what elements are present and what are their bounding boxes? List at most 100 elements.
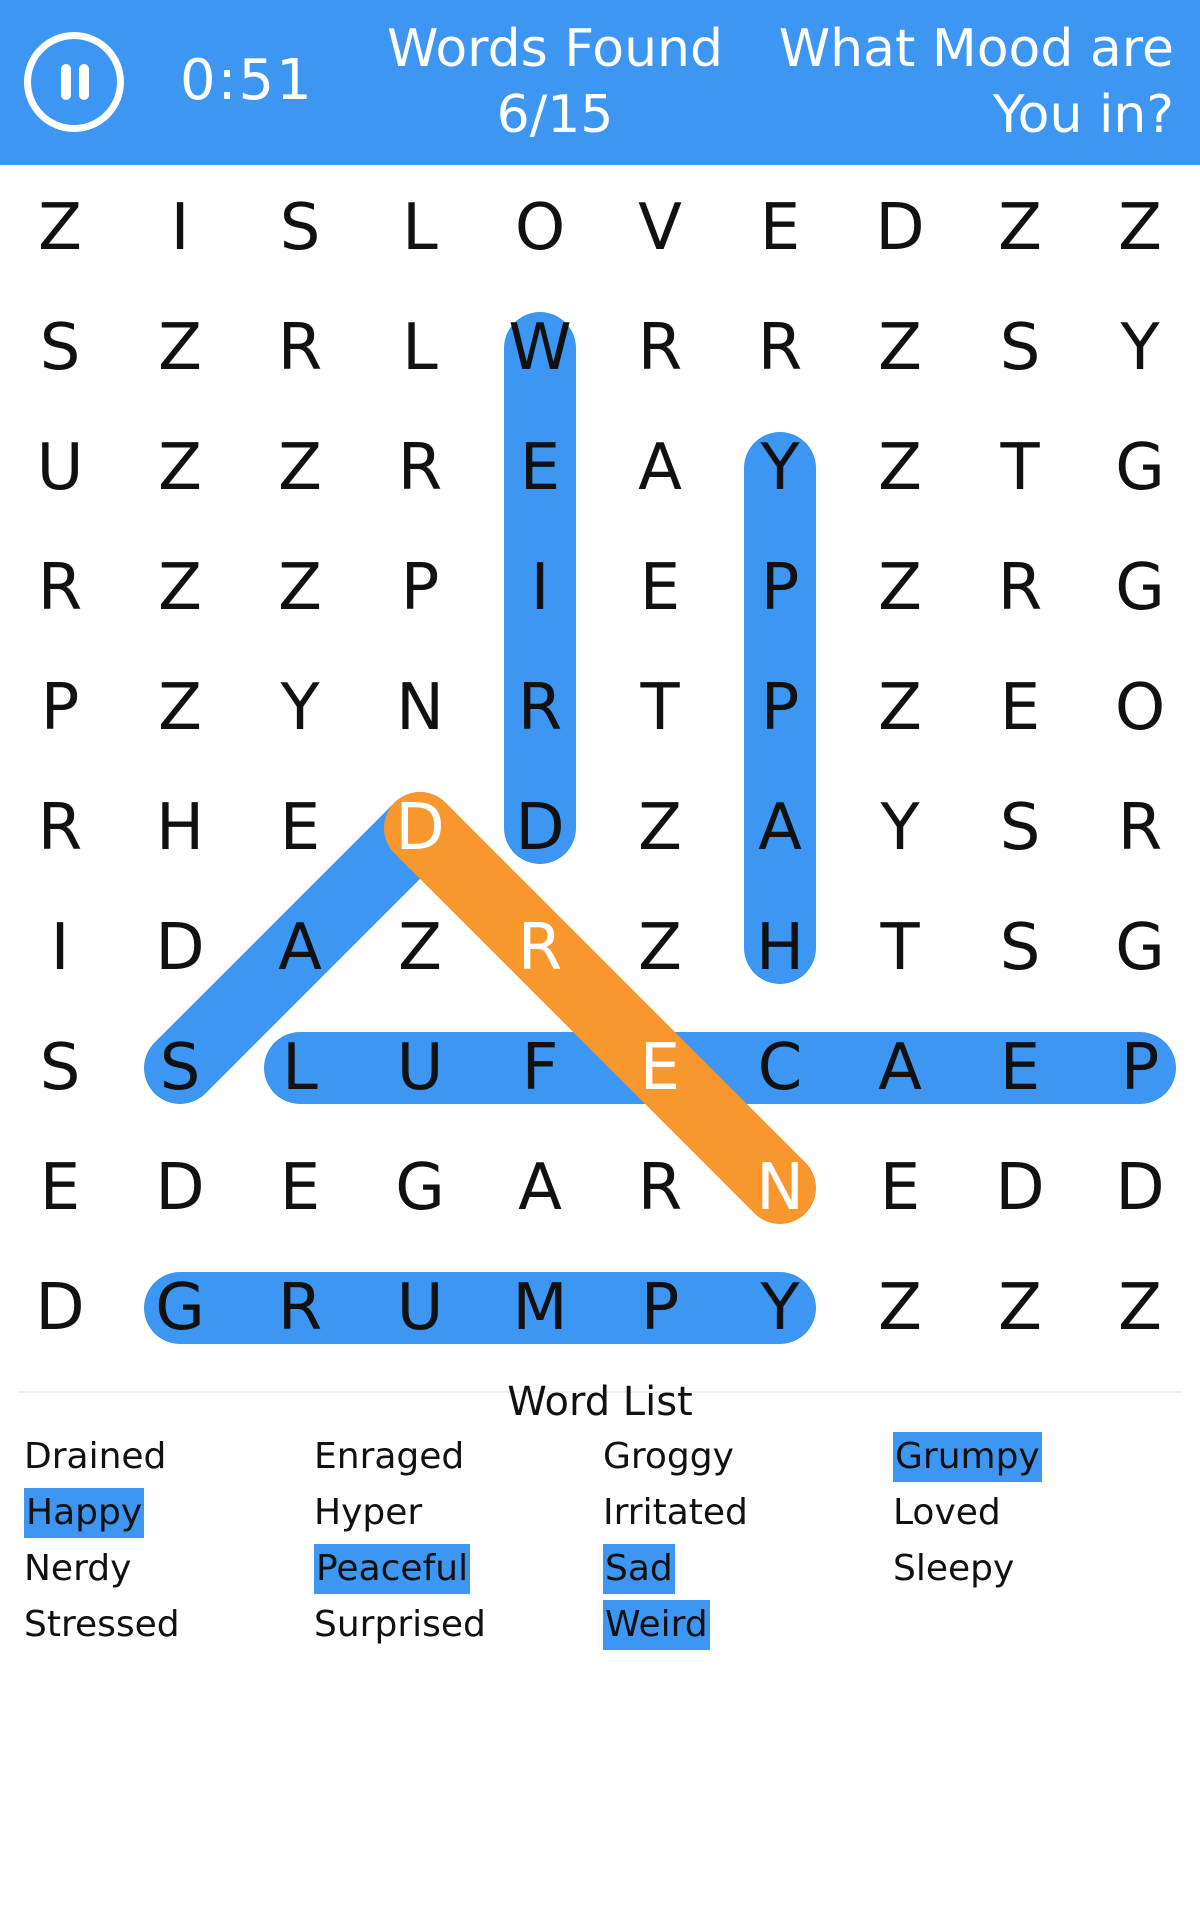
grid-cell[interactable]: A xyxy=(480,1128,600,1248)
grid-cell[interactable]: P xyxy=(360,528,480,648)
grid-cell[interactable]: A xyxy=(240,888,360,1008)
grid-cell[interactable]: S xyxy=(960,288,1080,408)
grid-cell[interactable]: R xyxy=(240,1248,360,1368)
grid-cell[interactable]: A xyxy=(600,408,720,528)
grid-cell[interactable]: F xyxy=(480,1008,600,1128)
grid-cell[interactable]: R xyxy=(240,288,360,408)
grid-cell[interactable]: R xyxy=(1080,768,1200,888)
grid-cell[interactable]: P xyxy=(720,528,840,648)
grid-cell[interactable]: Z xyxy=(840,288,960,408)
grid-cell[interactable]: Z xyxy=(0,168,120,288)
grid-cell[interactable]: D xyxy=(960,1128,1080,1248)
grid-cell[interactable]: Y xyxy=(720,408,840,528)
grid-cell[interactable]: T xyxy=(840,888,960,1008)
grid-cell[interactable]: G xyxy=(360,1128,480,1248)
grid-cell[interactable]: Z xyxy=(840,1248,960,1368)
grid-cell[interactable]: D xyxy=(1080,1128,1200,1248)
grid-cell[interactable]: H xyxy=(120,768,240,888)
grid-cell[interactable]: N xyxy=(360,648,480,768)
grid-cell[interactable]: Z xyxy=(840,528,960,648)
grid-cell[interactable]: I xyxy=(0,888,120,1008)
grid-cell[interactable]: E xyxy=(480,408,600,528)
grid-cell[interactable]: S xyxy=(240,168,360,288)
grid-cell[interactable]: Z xyxy=(600,888,720,1008)
grid-cell[interactable]: U xyxy=(0,408,120,528)
grid-cell[interactable]: N xyxy=(720,1128,840,1248)
pause-button[interactable] xyxy=(24,32,124,132)
grid-cell[interactable]: O xyxy=(480,168,600,288)
grid-cell[interactable]: W xyxy=(480,288,600,408)
grid-cell[interactable]: Y xyxy=(720,1248,840,1368)
grid-cell[interactable]: E xyxy=(720,168,840,288)
grid-cell[interactable]: Z xyxy=(240,528,360,648)
grid-cell[interactable]: G xyxy=(1080,888,1200,1008)
grid-cell[interactable]: S xyxy=(960,888,1080,1008)
letter-grid[interactable]: ZISLOVEDZZSZRLWRRZSYUZZREAYZTGRZZPIEPZRG… xyxy=(0,168,1200,1368)
grid-cell[interactable]: Z xyxy=(960,168,1080,288)
grid-cell[interactable]: G xyxy=(1080,528,1200,648)
grid-cell[interactable]: U xyxy=(360,1008,480,1128)
grid-cell[interactable]: R xyxy=(600,288,720,408)
grid-cell[interactable]: P xyxy=(1080,1008,1200,1128)
grid-cell[interactable]: S xyxy=(960,768,1080,888)
grid-cell[interactable]: E xyxy=(240,768,360,888)
grid-cell[interactable]: Y xyxy=(1080,288,1200,408)
grid-cell[interactable]: I xyxy=(120,168,240,288)
grid-cell[interactable]: T xyxy=(600,648,720,768)
grid-cell[interactable]: U xyxy=(360,1248,480,1368)
grid-cell[interactable]: E xyxy=(0,1128,120,1248)
grid-cell[interactable]: Z xyxy=(1080,168,1200,288)
grid-cell[interactable]: Z xyxy=(120,648,240,768)
grid-cell[interactable]: E xyxy=(240,1128,360,1248)
grid-cell[interactable]: R xyxy=(720,288,840,408)
grid-cell[interactable]: P xyxy=(0,648,120,768)
grid-cell[interactable]: O xyxy=(1080,648,1200,768)
grid-cell[interactable]: Z xyxy=(240,408,360,528)
grid-cell[interactable]: Z xyxy=(1080,1248,1200,1368)
grid-cell[interactable]: M xyxy=(480,1248,600,1368)
grid-cell[interactable]: T xyxy=(960,408,1080,528)
grid-cell[interactable]: R xyxy=(0,768,120,888)
grid-cell[interactable]: A xyxy=(720,768,840,888)
grid-cell[interactable]: Z xyxy=(120,408,240,528)
grid-cell[interactable]: S xyxy=(0,1008,120,1128)
grid-cell[interactable]: D xyxy=(0,1248,120,1368)
grid-cell[interactable]: L xyxy=(240,1008,360,1128)
grid-cell[interactable]: R xyxy=(600,1128,720,1248)
grid-cell[interactable]: R xyxy=(480,888,600,1008)
grid-cell[interactable]: R xyxy=(960,528,1080,648)
grid-cell[interactable]: Z xyxy=(600,768,720,888)
grid-cell[interactable]: S xyxy=(0,288,120,408)
grid-cell[interactable]: L xyxy=(360,288,480,408)
grid-cell[interactable]: D xyxy=(120,888,240,1008)
grid-cell[interactable]: C xyxy=(720,1008,840,1128)
grid-cell[interactable]: R xyxy=(360,408,480,528)
grid-cell[interactable]: G xyxy=(1080,408,1200,528)
grid-cell[interactable]: Y xyxy=(240,648,360,768)
grid-cell[interactable]: R xyxy=(480,648,600,768)
grid-cell[interactable]: E xyxy=(840,1128,960,1248)
grid-cell[interactable]: D xyxy=(840,168,960,288)
grid-cell[interactable]: P xyxy=(600,1248,720,1368)
grid-cell[interactable]: P xyxy=(720,648,840,768)
grid-cell[interactable]: D xyxy=(360,768,480,888)
grid-cell[interactable]: H xyxy=(720,888,840,1008)
grid-cell[interactable]: V xyxy=(600,168,720,288)
grid-cell[interactable]: G xyxy=(120,1248,240,1368)
grid-cell[interactable]: Z xyxy=(840,648,960,768)
grid-cell[interactable]: S xyxy=(120,1008,240,1128)
grid-cell[interactable]: Z xyxy=(840,408,960,528)
grid-cell[interactable]: E xyxy=(960,648,1080,768)
grid-cell[interactable]: E xyxy=(600,528,720,648)
grid-cell[interactable]: Z xyxy=(960,1248,1080,1368)
grid-cell[interactable]: I xyxy=(480,528,600,648)
grid-cell[interactable]: Y xyxy=(840,768,960,888)
grid-cell[interactable]: Z xyxy=(120,288,240,408)
grid-cell[interactable]: A xyxy=(840,1008,960,1128)
grid-cell[interactable]: D xyxy=(480,768,600,888)
grid-cell[interactable]: Z xyxy=(120,528,240,648)
grid-cell[interactable]: E xyxy=(960,1008,1080,1128)
grid-cell[interactable]: R xyxy=(0,528,120,648)
grid-cell[interactable]: E xyxy=(600,1008,720,1128)
grid-cell[interactable]: D xyxy=(120,1128,240,1248)
